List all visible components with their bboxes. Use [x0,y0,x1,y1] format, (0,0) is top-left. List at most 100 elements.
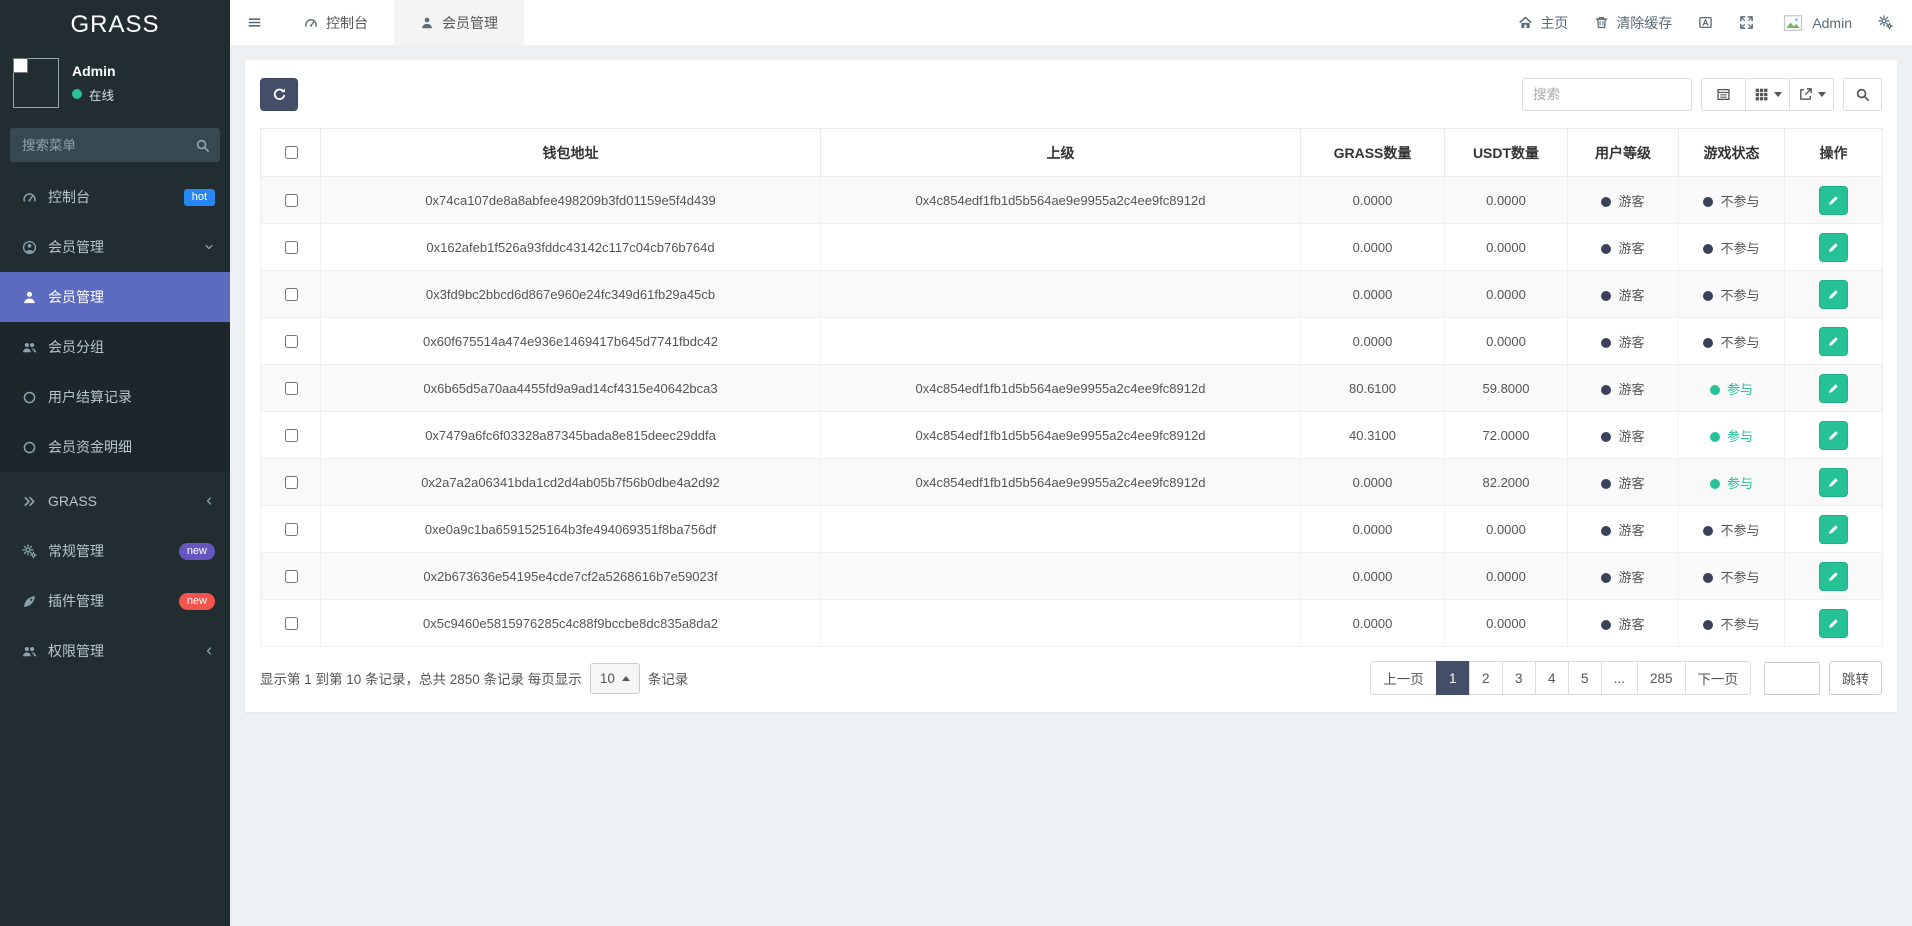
sidebar-item-dashboard[interactable]: 控制台 hot [0,172,230,222]
dashboard-icon [22,190,37,205]
user-avatar [1780,11,1805,34]
row-checkbox[interactable] [284,428,298,442]
page-button-4[interactable]: 4 [1534,661,1569,695]
edit-button[interactable] [1819,185,1848,215]
fullscreen-button[interactable] [1726,0,1767,45]
wallet-address: 0x60f675514a474e936e1469417b645d7741fbdc… [320,317,821,365]
detail-view-button[interactable] [1701,78,1746,111]
prev-page-button[interactable]: 上一页 [1370,661,1437,695]
level-dot-icon [1601,431,1612,442]
edit-button[interactable] [1819,467,1848,497]
row-checkbox[interactable] [284,381,298,395]
row-checkbox[interactable] [284,522,298,536]
wallet-address: 0x2a7a2a06341bda1cd2d4ab05b7f56b0dbe4a2d… [320,458,821,506]
content-card: 钱包地址 上级 GRASS数量 USDT数量 用户等级 游戏状态 操作 0x74… [245,60,1897,712]
circle-icon [22,440,37,455]
record-summary-prefix: 显示第 1 到第 10 条记录，总共 2850 条记录 每页显示 [260,672,582,687]
usdt-amount: 0.0000 [1444,552,1568,600]
edit-button[interactable] [1819,514,1848,544]
table-search [1522,78,1692,111]
row-checkbox[interactable] [284,475,298,489]
row-checkbox[interactable] [284,569,298,583]
new-badge: new [178,542,215,560]
row-checkbox[interactable] [284,240,298,254]
status-dot-icon [1703,619,1714,630]
page-button-3[interactable]: 3 [1501,661,1536,695]
sidebar-toggle-button[interactable] [230,0,278,45]
grass-amount: 80.6100 [1300,364,1445,412]
edit-button[interactable] [1819,420,1848,450]
grass-amount: 0.0000 [1300,270,1445,318]
wallet-address: 0x2b673636e54195e4cde7cf2a5268616b7e5902… [320,552,821,600]
usdt-amount: 0.0000 [1444,317,1568,365]
clear-cache-label: 清除缓存 [1616,14,1673,31]
home-link[interactable]: 主页 [1505,0,1581,45]
page-button-1[interactable]: 1 [1435,661,1470,695]
tab-dashboard[interactable]: 控制台 [278,0,394,45]
edit-button[interactable] [1819,608,1848,638]
pencil-icon [1827,382,1840,395]
search-toggle-button[interactable] [1843,78,1882,111]
fullscreen-icon [1739,15,1754,30]
language-button[interactable] [1685,0,1726,45]
status-dot-icon [1703,525,1714,536]
settings-button[interactable] [1865,0,1906,45]
clear-cache-link[interactable]: 清除缓存 [1581,0,1685,45]
home-label: 主页 [1540,14,1569,31]
view-button-group [1701,78,1834,111]
row-checkbox[interactable] [284,334,298,348]
page-button-285[interactable]: 285 [1636,661,1686,695]
sidebar-item-label: 控制台 [48,189,90,205]
edit-button[interactable] [1819,373,1848,403]
game-status: 不参与 [1678,552,1785,600]
sidebar: GRASS Admin 在线 控制台 hot 会员管理 会员管理 [0,0,230,926]
sidebar-item-general-settings[interactable]: 常规管理 new [0,526,230,576]
sidebar-item-settlement-records[interactable]: 用户结算记录 [0,372,230,422]
user-level: 游客 [1567,223,1679,271]
edit-button[interactable] [1819,561,1848,591]
edit-button[interactable] [1819,279,1848,309]
user-level: 游客 [1567,458,1679,506]
search-icon [1855,87,1870,102]
table-row: 0x74ca107de8a8abfee498209b3fd01159e5f4d4… [260,176,1883,224]
next-page-button[interactable]: 下一页 [1684,661,1751,695]
tab-member-management[interactable]: 会员管理 [394,0,524,45]
sidebar-item-members[interactable]: 会员管理 [0,222,230,272]
sidebar-item-member-funds[interactable]: 会员资金明细 [0,422,230,472]
top-navbar: 控制台 会员管理 主页 清除缓存 Admin [230,0,1912,45]
edit-button[interactable] [1819,232,1848,262]
table-row: 0x162afeb1f526a93fddc43142c117c04cb76b76… [260,223,1883,271]
select-all-checkbox[interactable] [284,146,298,159]
export-button[interactable] [1789,78,1834,111]
user-icon [22,290,37,305]
sidebar-item-plugins[interactable]: 插件管理 new [0,576,230,626]
row-checkbox[interactable] [284,193,298,207]
row-checkbox[interactable] [284,616,298,630]
page-ellipsis-button[interactable]: ... [1600,661,1638,695]
page-button-5[interactable]: 5 [1567,661,1602,695]
column-header-wallet: 钱包地址 [320,128,821,177]
refresh-button[interactable] [260,78,298,111]
sidebar-search-input[interactable] [10,128,220,162]
jump-button[interactable]: 跳转 [1829,661,1882,695]
page-button-2[interactable]: 2 [1468,661,1503,695]
page-size-dropdown[interactable]: 10 [589,662,640,694]
table-row: 0xe0a9c1ba6591525164b3fe494069351f8ba756… [260,505,1883,553]
table-search-input[interactable] [1522,78,1692,111]
status-dot-icon [1703,196,1714,207]
pencil-icon [1827,288,1840,301]
pencil-icon [1827,523,1840,536]
caret-up-icon [621,675,630,681]
columns-button[interactable] [1745,78,1790,111]
table-footer: 显示第 1 到第 10 条记录，总共 2850 条记录 每页显示 10 条记录 … [260,661,1882,695]
row-checkbox[interactable] [284,287,298,301]
jump-page-input[interactable] [1764,661,1820,695]
edit-button[interactable] [1819,326,1848,356]
sidebar-item-grass[interactable]: GRASS [0,476,230,526]
sidebar-item-member-management[interactable]: 会员管理 [0,272,230,322]
level-dot-icon [1601,478,1612,489]
sidebar-item-permissions[interactable]: 权限管理 [0,626,230,676]
sidebar-item-member-groups[interactable]: 会员分组 [0,322,230,372]
user-status-label: 在线 [89,88,115,103]
user-menu[interactable]: Admin [1767,0,1865,45]
